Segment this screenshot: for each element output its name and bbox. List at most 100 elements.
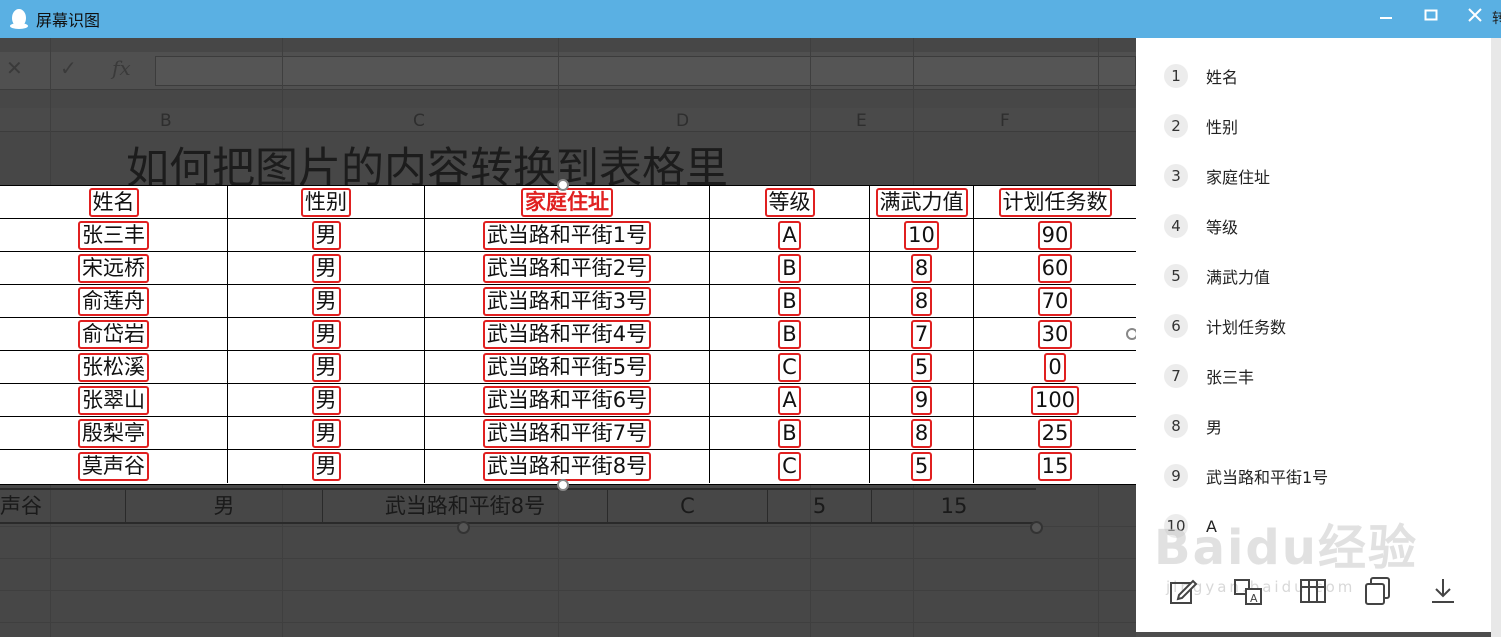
ocr-highlight-box[interactable]: 宋远桥 xyxy=(78,253,149,283)
column-header: B C D E F xyxy=(0,108,1136,132)
ocr-highlight-box[interactable]: 莫声谷 xyxy=(78,452,149,481)
column-e-header[interactable]: E xyxy=(856,111,867,131)
ocr-highlight-box[interactable]: 9 xyxy=(910,385,933,415)
sheet-cell[interactable]: 5 xyxy=(768,490,872,522)
ocr-result-item[interactable]: 5 满武力值 xyxy=(1164,263,1270,289)
edit-icon[interactable] xyxy=(1166,574,1200,608)
ocr-highlight-box[interactable]: 武当路和平街1号 xyxy=(482,220,652,250)
ocr-highlight-box[interactable]: 俞岱岩 xyxy=(78,319,149,349)
ocr-result-item[interactable]: 3 家庭住址 xyxy=(1164,163,1270,189)
selection-handle[interactable] xyxy=(557,479,569,491)
ocr-highlight-box[interactable]: 100 xyxy=(1030,385,1080,415)
formula-input[interactable] xyxy=(155,56,1136,86)
ocr-highlight-box[interactable]: 男 xyxy=(311,253,341,283)
column-f-header[interactable]: F xyxy=(1000,111,1010,131)
sheet-cell[interactable]: 声谷 xyxy=(0,490,126,522)
ocr-result-item[interactable]: 4 等级 xyxy=(1164,213,1238,239)
ocr-highlight-box[interactable]: 家庭住址 xyxy=(521,187,613,217)
ocr-highlight-box[interactable]: B xyxy=(778,286,801,316)
table-icon[interactable] xyxy=(1296,574,1330,608)
ocr-highlight-box[interactable]: 武当路和平街5号 xyxy=(482,352,652,382)
ocr-highlight-box[interactable]: B xyxy=(778,319,801,349)
column-c-header[interactable]: C xyxy=(413,111,425,131)
close-button[interactable] xyxy=(1460,4,1490,32)
table-cell: 殷梨亭 xyxy=(0,417,228,450)
ocr-highlight-box[interactable]: C xyxy=(778,352,801,382)
ocr-result-item[interactable]: 7 张三丰 xyxy=(1164,363,1254,389)
ocr-highlight-box[interactable]: 殷梨亭 xyxy=(78,418,149,448)
sheet-cell[interactable]: 15 xyxy=(872,490,1036,522)
ocr-highlight-box[interactable]: 90 xyxy=(1037,220,1073,250)
ocr-highlight-box[interactable]: A xyxy=(778,220,801,250)
sheet-cell[interactable]: C xyxy=(608,490,768,522)
table-cell: 男 xyxy=(228,384,425,417)
ocr-highlight-box[interactable]: 70 xyxy=(1037,286,1073,316)
ocr-highlight-box[interactable]: 0 xyxy=(1044,352,1066,382)
ocr-highlight-box[interactable]: 武当路和平街7号 xyxy=(482,418,652,448)
ocr-highlight-box[interactable]: 张三丰 xyxy=(78,220,149,250)
ocr-highlight-box[interactable]: 15 xyxy=(1037,452,1073,481)
ocr-highlight-box[interactable]: 7 xyxy=(910,319,933,349)
ocr-result-item[interactable]: 1 姓名 xyxy=(1164,63,1238,89)
ocr-highlight-box[interactable]: 武当路和平街4号 xyxy=(482,319,652,349)
ocr-highlight-box[interactable]: 8 xyxy=(910,418,933,448)
ocr-highlight-box[interactable]: B xyxy=(778,253,801,283)
table-cell: 张三丰 xyxy=(0,219,228,252)
ocr-highlight-box[interactable]: 10 xyxy=(904,220,939,250)
ocr-highlight-box[interactable]: 等级 xyxy=(764,187,815,217)
qq-penguin-icon xyxy=(10,9,28,29)
column-d-header[interactable]: D xyxy=(676,111,689,131)
ocr-highlight-box[interactable]: 25 xyxy=(1037,418,1073,448)
column-b-header[interactable]: B xyxy=(160,111,172,131)
ocr-highlight-box[interactable]: 8 xyxy=(910,253,933,283)
ocr-highlight-box[interactable]: 男 xyxy=(311,286,341,316)
ocr-highlight-box[interactable]: 武当路和平街6号 xyxy=(482,385,652,415)
confirm-formula-icon[interactable]: ✓ xyxy=(60,56,77,80)
cancel-formula-icon[interactable]: ✕ xyxy=(6,56,23,80)
ocr-highlight-box[interactable]: 武当路和平街2号 xyxy=(482,253,652,283)
table-header-cell: 等级 xyxy=(710,186,870,219)
ocr-result-item[interactable]: 2 性别 xyxy=(1164,113,1238,139)
ocr-highlight-box[interactable]: 张翠山 xyxy=(78,385,149,415)
ocr-highlight-box[interactable]: 武当路和平街8号 xyxy=(482,452,652,481)
ocr-highlight-box[interactable]: 男 xyxy=(311,452,341,481)
copy-icon[interactable] xyxy=(1361,574,1395,608)
translate-icon[interactable]: A xyxy=(1231,574,1265,608)
ocr-highlight-box[interactable]: 计划任务数 xyxy=(998,187,1112,217)
ocr-result-item[interactable]: 6 计划任务数 xyxy=(1164,313,1286,339)
ocr-highlight-box[interactable]: 男 xyxy=(311,418,341,448)
ocr-highlight-box[interactable]: 男 xyxy=(311,220,341,250)
ocr-highlight-box[interactable]: 5 xyxy=(910,352,933,382)
ocr-highlight-box[interactable]: 满武力值 xyxy=(875,187,968,217)
selection-handle[interactable] xyxy=(557,179,569,191)
minimize-button[interactable] xyxy=(1371,4,1401,32)
sheet-cell[interactable]: 武当路和平街8号 xyxy=(323,490,608,522)
ocr-result-item[interactable]: 9 武当路和平街1号 xyxy=(1164,463,1328,489)
ocr-highlight-box[interactable]: 30 xyxy=(1037,319,1073,349)
ocr-highlight-box[interactable]: 男 xyxy=(311,319,341,349)
function-icon[interactable]: fx xyxy=(112,56,131,80)
ocr-highlight-box[interactable]: 张松溪 xyxy=(78,352,149,382)
panel-scrollbar[interactable] xyxy=(1491,38,1501,637)
ocr-result-item[interactable]: 8男 xyxy=(1164,413,1222,439)
maximize-button[interactable] xyxy=(1416,4,1446,32)
sheet-cell[interactable]: 男 xyxy=(126,490,323,522)
ocr-highlight-box[interactable]: 男 xyxy=(311,385,341,415)
download-icon[interactable] xyxy=(1426,574,1460,608)
ocr-highlight-box[interactable]: 性别 xyxy=(301,187,351,217)
ocr-highlight-box[interactable]: C xyxy=(778,452,801,481)
ocr-highlight-box[interactable]: 男 xyxy=(311,352,341,382)
ocr-result-number: 3 xyxy=(1164,164,1188,188)
table-cell: 15 xyxy=(974,450,1136,483)
ocr-highlight-box[interactable]: 8 xyxy=(910,286,933,316)
ocr-highlight-box[interactable]: A xyxy=(778,385,801,415)
ocr-highlight-box[interactable]: 60 xyxy=(1037,253,1073,283)
resize-handle[interactable] xyxy=(1030,521,1043,534)
ocr-highlight-box[interactable]: 5 xyxy=(910,452,933,481)
ocr-highlight-box[interactable]: 姓名 xyxy=(88,187,139,217)
window-title: 屏幕识图 xyxy=(36,11,101,30)
ocr-highlight-box[interactable]: B xyxy=(778,418,801,448)
resize-handle[interactable] xyxy=(457,521,470,534)
ocr-highlight-box[interactable]: 俞莲舟 xyxy=(78,286,149,316)
ocr-highlight-box[interactable]: 武当路和平街3号 xyxy=(482,286,652,316)
